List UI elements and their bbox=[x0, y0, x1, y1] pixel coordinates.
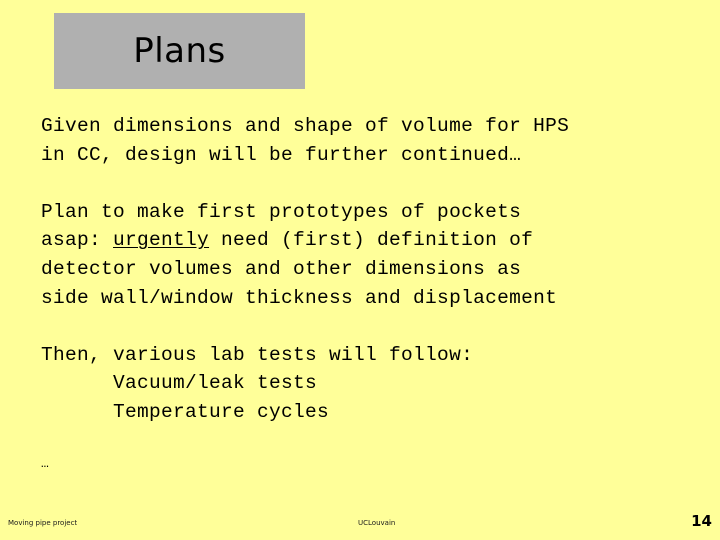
body-text: detector volumes and other dimensions as bbox=[41, 257, 522, 280]
body-paragraph: Then, various lab tests will follow: Vacu… bbox=[41, 341, 701, 427]
body-text: need (first) definition of bbox=[209, 229, 534, 252]
body-text: Temperature cycles bbox=[113, 400, 330, 423]
body-line: Plan to make first prototypes of pockets bbox=[41, 198, 701, 227]
body-line: side wall/window thickness and displacem… bbox=[41, 284, 701, 313]
body-text: Given dimensions and shape of volume for… bbox=[41, 115, 570, 137]
footer-project-label: Moving pipe project bbox=[8, 519, 78, 527]
page-title: Plans bbox=[133, 31, 226, 71]
body-text: side wall/window thickness and displacem… bbox=[41, 286, 558, 309]
body-line: asap: urgently need (first) definition o… bbox=[41, 226, 701, 255]
body-line: detector volumes and other dimensions as bbox=[41, 255, 701, 284]
slide-canvas: Plans Given dimensions and shape of volu… bbox=[0, 0, 720, 540]
slide-page-number: 14 bbox=[691, 512, 712, 530]
body-line-indented: Vacuum/leak tests bbox=[41, 369, 701, 398]
footer-organization-label: UCLouvain bbox=[358, 519, 396, 527]
body-text: Vacuum/leak tests bbox=[113, 372, 318, 395]
emphasis-underlined-text: urgently bbox=[113, 229, 210, 252]
body-text: asap: bbox=[41, 229, 114, 252]
body-text: Then, various lab tests will follow: bbox=[41, 343, 474, 366]
title-banner: Plans bbox=[54, 13, 305, 89]
slide-footer: Moving pipe project UCLouvain 14 bbox=[0, 512, 720, 540]
body-line-indented: Temperature cycles bbox=[41, 398, 701, 427]
slide-body: Given dimensions and shape of volume for… bbox=[41, 112, 701, 473]
body-line: in CC, design will be further continued… bbox=[41, 141, 701, 170]
body-paragraph: Given dimensions and shape of volume for… bbox=[41, 112, 701, 169]
body-text: Plan to make first prototypes of pockets bbox=[41, 200, 522, 223]
trailing-ellipsis: … bbox=[41, 456, 50, 472]
body-line: Given dimensions and shape of volume for… bbox=[41, 112, 701, 141]
body-paragraph: Plan to make first prototypes of pockets… bbox=[41, 198, 701, 312]
body-line: Then, various lab tests will follow: bbox=[41, 341, 701, 370]
body-text: in CC, design will be further continued… bbox=[41, 143, 522, 166]
